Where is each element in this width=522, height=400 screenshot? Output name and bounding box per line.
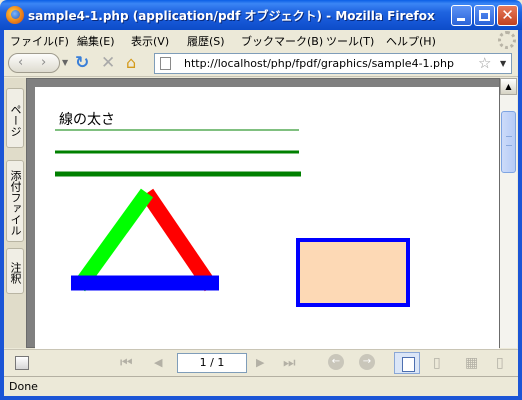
home-icon[interactable]: ⌂ xyxy=(126,53,144,73)
menu-help[interactable]: ヘルプ(H) xyxy=(386,33,436,49)
menu-bar: ファイル(F) 編集(E) 表示(V) 履歴(S) ブックマーク(B) ツール(… xyxy=(4,30,518,50)
single-page-view-icon[interactable] xyxy=(394,352,420,374)
window-title: sample4-1.php (application/pdf オブジェクト) -… xyxy=(28,9,435,23)
page-icon xyxy=(160,57,171,70)
pdf-toolbar: ⏮ ◀ 1 / 1 ▶ ⏭ ← → ▯ ▦ ▯ xyxy=(4,349,518,376)
back-icon[interactable]: ‹ xyxy=(18,55,23,70)
go-back-icon[interactable]: ← xyxy=(328,354,344,370)
tab-annotations[interactable]: 注釈 xyxy=(6,248,24,294)
navigation-toolbar: ‹ › ▼ ↻ ✕ ⌂ http://localhost/php/fpdf/gr… xyxy=(4,50,518,77)
next-page-icon[interactable]: ▶ xyxy=(256,355,264,371)
throbber-icon xyxy=(498,31,516,49)
reload-icon[interactable]: ↻ xyxy=(75,53,93,73)
window-frame-bottom xyxy=(0,396,522,400)
close-icon: ✕ xyxy=(501,6,514,24)
scroll-up-icon[interactable]: ▲ xyxy=(500,78,517,95)
maximize-button[interactable] xyxy=(474,5,495,26)
go-forward-icon[interactable]: → xyxy=(359,354,375,370)
firefox-icon xyxy=(6,6,24,24)
vertical-scrollbar[interactable]: ▲ xyxy=(500,78,517,348)
menu-tools[interactable]: ツール(T) xyxy=(326,33,374,49)
minimize-button[interactable] xyxy=(451,5,472,26)
tab-pages[interactable]: ページ xyxy=(6,88,24,148)
url-dropdown-icon[interactable]: ▼ xyxy=(500,59,506,68)
facing-view-icon[interactable]: ▦ xyxy=(465,355,478,371)
last-page-icon[interactable]: ⏭ xyxy=(283,355,296,371)
status-bar: Done xyxy=(4,376,518,396)
url-text[interactable]: http://localhost/php/fpdf/graphics/sampl… xyxy=(184,57,454,70)
history-dropdown-icon[interactable]: ▼ xyxy=(62,58,68,67)
triangle-red-edge xyxy=(140,188,218,292)
prev-page-icon[interactable]: ◀ xyxy=(154,355,162,371)
filled-rectangle xyxy=(296,238,410,307)
continuous-view-icon[interactable]: ▯ xyxy=(433,355,441,371)
url-bar[interactable]: http://localhost/php/fpdf/graphics/sampl… xyxy=(154,53,512,74)
menu-file[interactable]: ファイル(F) xyxy=(10,33,69,49)
page-graphics xyxy=(55,129,410,307)
minimize-icon xyxy=(457,18,465,21)
back-forward-buttons: ‹ › xyxy=(8,53,60,73)
menu-bookmarks[interactable]: ブックマーク(B) xyxy=(241,33,323,49)
continuous-facing-view-icon[interactable]: ▯ xyxy=(496,355,504,371)
window-titlebar: sample4-1.php (application/pdf オブジェクト) -… xyxy=(0,0,522,30)
menu-history[interactable]: 履歴(S) xyxy=(187,33,225,49)
tab-attachments[interactable]: 添付ファイル xyxy=(6,160,24,242)
menu-edit[interactable]: 編集(E) xyxy=(77,33,115,49)
maximize-icon xyxy=(479,10,490,21)
pdf-sidebar: ページ 添付ファイル 注釈 xyxy=(4,78,26,348)
window-frame-right xyxy=(518,30,522,400)
bookmark-star-icon[interactable]: ☆ xyxy=(478,54,491,72)
status-text: Done xyxy=(9,380,38,393)
pdf-page: 線の太さ xyxy=(35,87,499,349)
menu-view[interactable]: 表示(V) xyxy=(131,33,169,49)
toggle-sidebar-icon[interactable] xyxy=(15,356,29,370)
close-button[interactable]: ✕ xyxy=(497,5,518,26)
pdf-viewport[interactable]: 線の太さ xyxy=(26,78,500,349)
first-page-icon[interactable]: ⏮ xyxy=(120,355,133,371)
triangle-green-edge xyxy=(72,188,154,292)
stop-icon[interactable]: ✕ xyxy=(101,53,117,73)
scrollbar-thumb[interactable] xyxy=(501,111,516,173)
page-number-field[interactable]: 1 / 1 xyxy=(177,353,247,373)
forward-icon[interactable]: › xyxy=(41,55,46,70)
